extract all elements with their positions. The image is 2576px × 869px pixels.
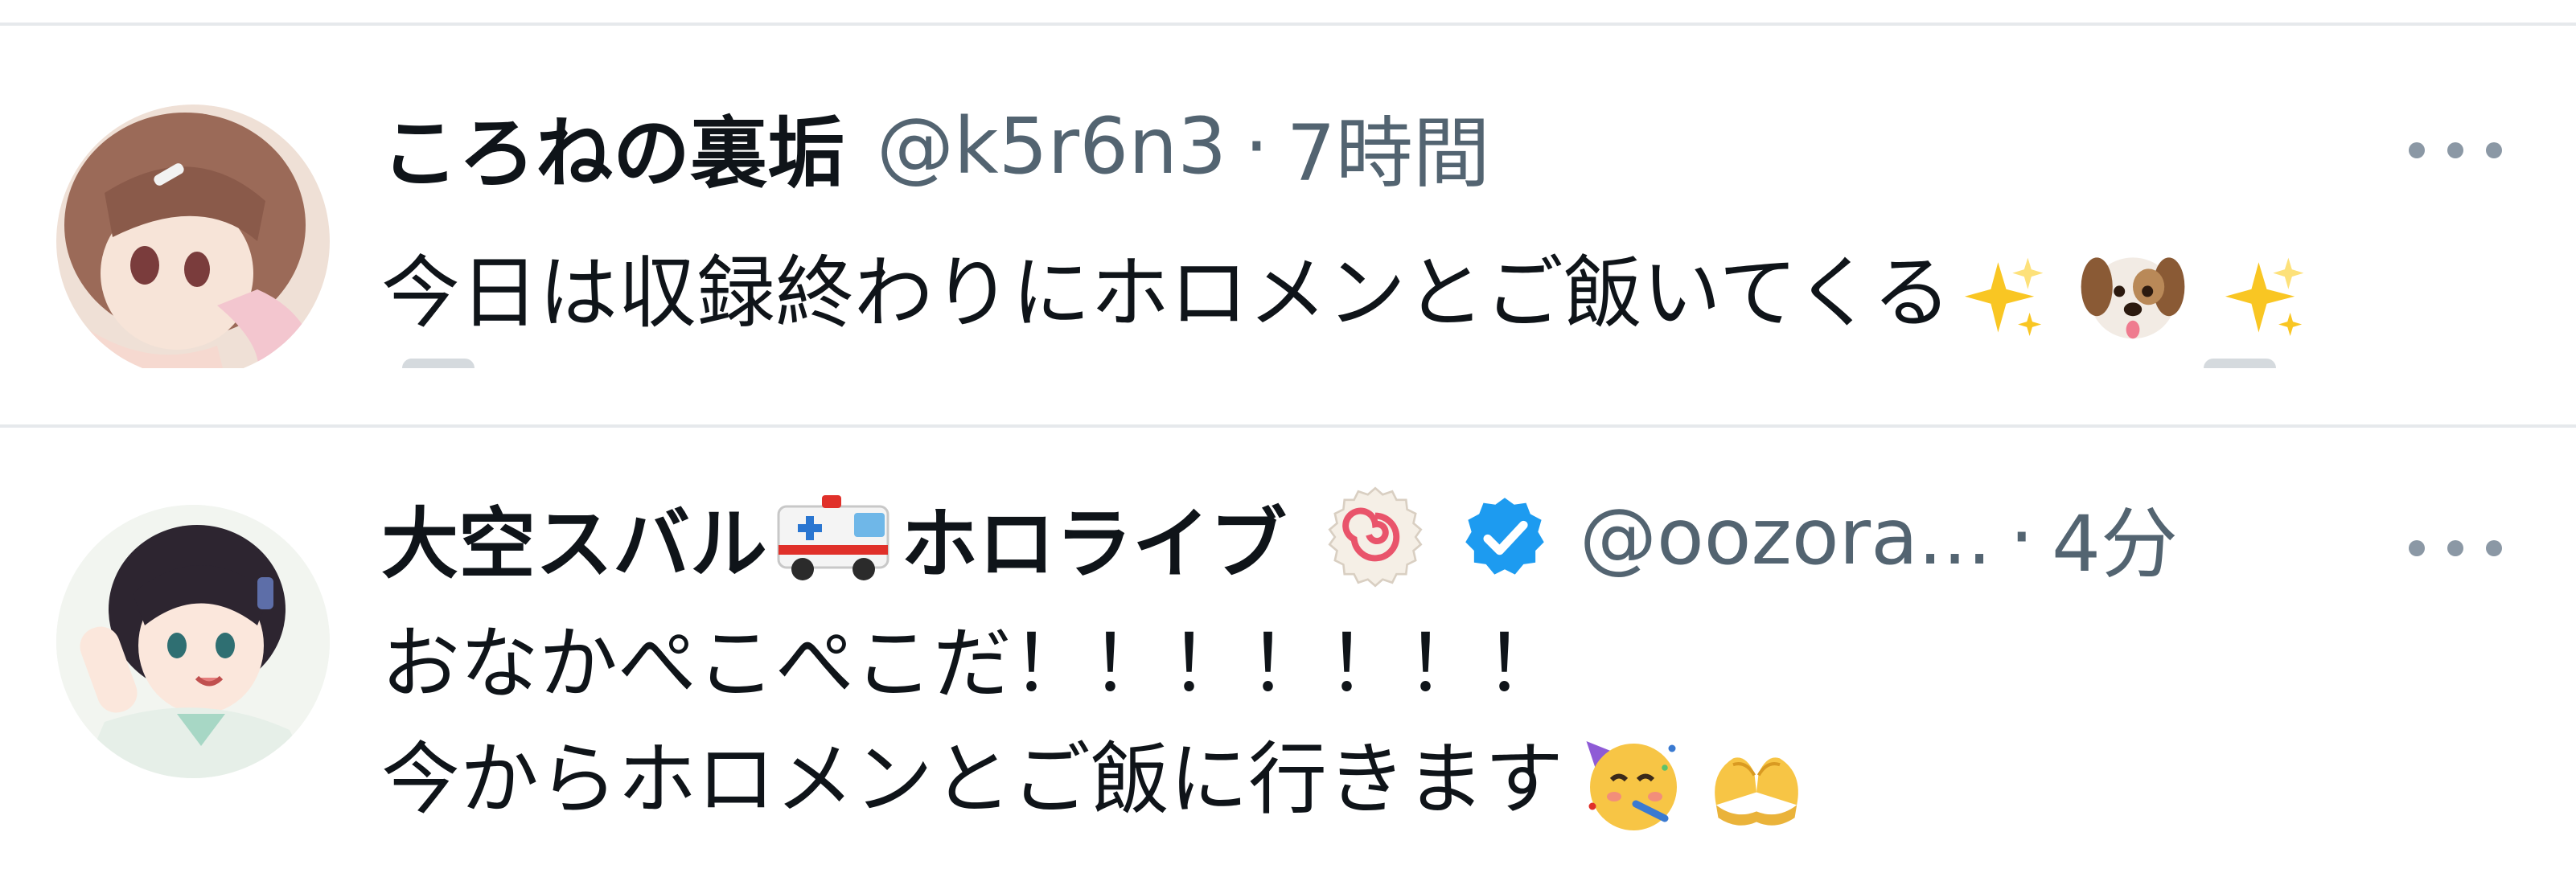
tweet-card[interactable]: 大空スバル ホロライブ @oozora... · 4分 おなかぺこぺこだ！！！！… xyxy=(0,428,2576,869)
tweet-header: 大空スバル ホロライブ @oozora... · 4分 xyxy=(381,486,2178,589)
heart-hands-icon xyxy=(1703,723,1810,837)
more-options-icon[interactable] xyxy=(2409,524,2505,572)
action-bar-peek xyxy=(402,359,475,368)
handle[interactable]: @oozora... xyxy=(1580,492,1991,582)
separator: · xyxy=(1244,101,1269,191)
tweet-text-line: 今からホロメンとご飯に行きます xyxy=(381,719,1810,840)
display-name-suffix[interactable]: ホロライブ xyxy=(901,482,1287,593)
partying-face-icon xyxy=(1568,719,1689,840)
dog-face-icon xyxy=(2077,235,2189,352)
sparkles-icon xyxy=(1958,237,2048,350)
display-name[interactable]: ころねの裏垢 xyxy=(381,91,844,203)
more-options-icon[interactable] xyxy=(2409,126,2505,174)
tweet-text-line: おなかぺこぺこだ！！！！！！！ xyxy=(381,608,1563,720)
fish-cake-icon xyxy=(1322,484,1428,590)
ambulance-icon xyxy=(774,489,894,585)
tweet-card[interactable]: ころねの裏垢 @k5r6n3 · 7時間 今日は収録終わりにホロメンとご飯いてく… xyxy=(0,26,2576,368)
timestamp[interactable]: 4分 xyxy=(2052,482,2178,593)
tweet-text: 今日は収録終わりにホロメンとご飯いてくる xyxy=(381,235,2308,352)
tweet-text-line-2: 今からホロメンとご飯に行きます xyxy=(381,733,1564,826)
verified-badge-icon xyxy=(1462,494,1547,580)
tweet-text-line-1: おなかぺこぺこだ！！！！！！！ xyxy=(381,618,1564,710)
separator: · xyxy=(2009,492,2034,582)
avatar[interactable] xyxy=(56,505,330,778)
tweet-header: ころねの裏垢 @k5r6n3 · 7時間 xyxy=(381,98,1490,199)
display-name[interactable]: 大空スバル xyxy=(381,482,767,593)
timestamp[interactable]: 7時間 xyxy=(1287,91,1490,203)
avatar[interactable] xyxy=(56,105,330,368)
tweet-text-line: 今日は収録終わりにホロメンとご飯いてくる xyxy=(381,248,1952,340)
action-bar-peek xyxy=(2204,359,2276,368)
handle[interactable]: @k5r6n3 xyxy=(877,101,1226,191)
sparkles-icon xyxy=(2218,237,2308,350)
